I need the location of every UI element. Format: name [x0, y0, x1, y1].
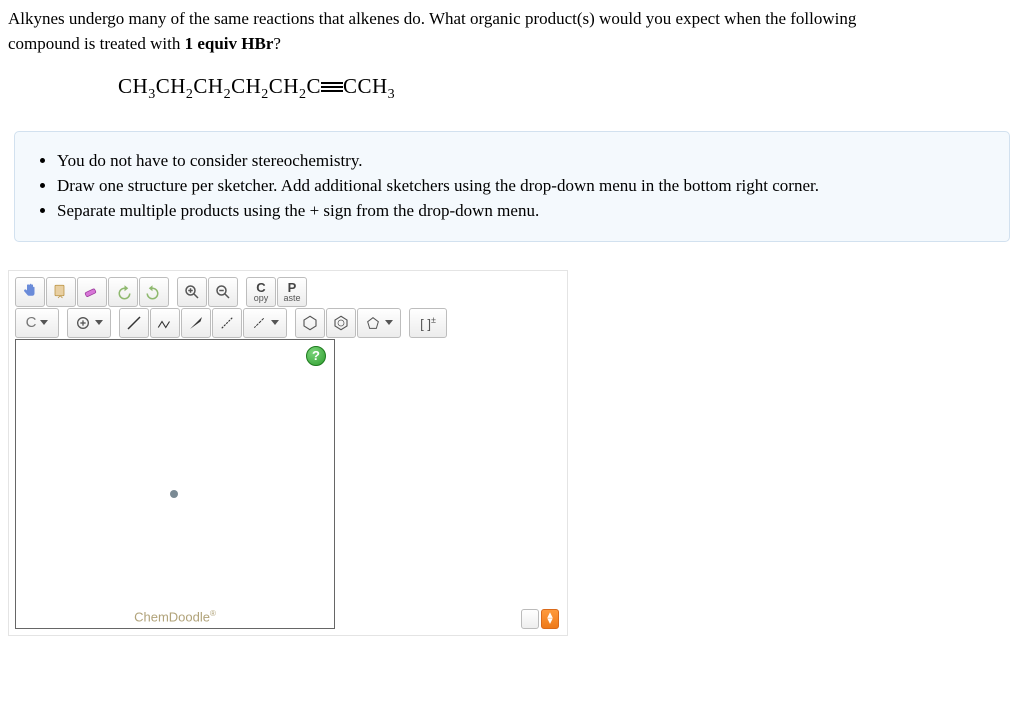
sketcher-add-button[interactable]: ▴▾ — [541, 609, 559, 629]
zoom-in-button[interactable] — [177, 277, 207, 307]
chemdoodle-brand: ChemDoodle® — [16, 609, 334, 624]
hint-box: You do not have to consider stereochemis… — [14, 131, 1010, 242]
hint-item: Separate multiple products using the + s… — [57, 200, 989, 223]
question-line2-prefix: compound is treated with — [8, 34, 185, 53]
redo-button[interactable] — [139, 277, 169, 307]
ring-more-button[interactable] — [357, 308, 401, 338]
chevron-down-icon — [95, 320, 103, 325]
bracket-charge-button[interactable]: [ ]± — [409, 308, 447, 338]
hint-item: You do not have to consider stereochemis… — [57, 150, 989, 173]
question-line1: Alkynes undergo many of the same reactio… — [8, 9, 856, 28]
copy-button[interactable]: Copy — [246, 277, 276, 307]
undo-button[interactable] — [108, 277, 138, 307]
add-atom-button[interactable] — [67, 308, 111, 338]
lasso-tool-button[interactable] — [46, 277, 76, 307]
bond-more-button[interactable] — [243, 308, 287, 338]
chevron-down-icon — [40, 320, 48, 325]
single-bond-button[interactable] — [119, 308, 149, 338]
question-line2-suffix: ? — [273, 34, 281, 53]
question-line2-bold: 1 equiv HBr — [185, 34, 274, 53]
sketcher-menu-button[interactable] — [521, 609, 539, 629]
hint-item: Draw one structure per sketcher. Add add… — [57, 175, 989, 198]
canvas-seed-atom[interactable] — [170, 490, 178, 498]
hand-tool-button[interactable] — [15, 277, 45, 307]
compound-formula: CH3CH2CH2CH2CH2CCCH3 — [118, 74, 1016, 103]
cyclohexane-button[interactable] — [295, 308, 325, 338]
drawing-canvas[interactable]: ? ChemDoodle® — [15, 339, 335, 629]
help-button[interactable]: ? — [306, 346, 326, 366]
wedge-down-button[interactable] — [212, 308, 242, 338]
chevron-down-icon — [271, 320, 279, 325]
benzene-button[interactable] — [326, 308, 356, 338]
erase-tool-button[interactable] — [77, 277, 107, 307]
wedge-up-button[interactable] — [181, 308, 211, 338]
sketcher-panel: Copy Paste C — [8, 270, 568, 636]
chain-bond-button[interactable] — [150, 308, 180, 338]
paste-button[interactable]: Paste — [277, 277, 307, 307]
zoom-out-button[interactable] — [208, 277, 238, 307]
element-picker[interactable]: C — [15, 308, 59, 338]
chevron-down-icon — [385, 320, 393, 325]
